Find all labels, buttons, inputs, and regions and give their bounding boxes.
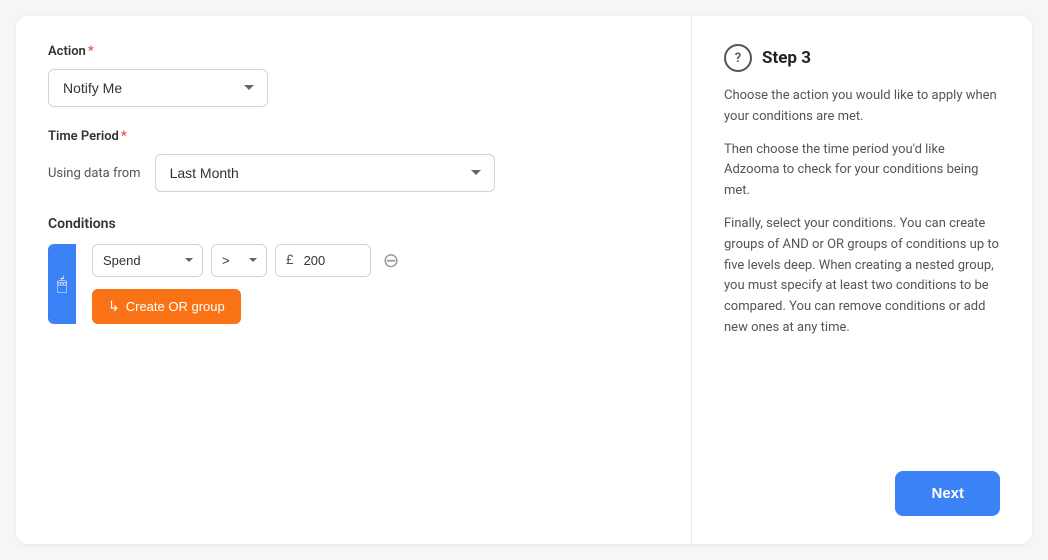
operator-select[interactable]: > < = >= <=: [211, 244, 267, 277]
time-period-required-star: *: [121, 129, 127, 144]
create-or-wrap: ↳ Create OR group: [92, 285, 403, 324]
minus-circle-icon: ⊖: [383, 251, 400, 271]
action-label: Action*: [48, 44, 659, 59]
left-panel: Action* Notify Me Pause Campaign Enable …: [16, 16, 692, 544]
action-section: Action* Notify Me Pause Campaign Enable …: [48, 44, 659, 107]
time-period-select[interactable]: Last Month Last 7 Days Last 30 Days Yest…: [155, 154, 495, 192]
condition-inner: Spend Clicks Impressions CPC CTR > < = >…: [76, 244, 403, 324]
action-select[interactable]: Notify Me Pause Campaign Enable Campaign…: [48, 69, 268, 107]
create-or-label: Create OR group: [126, 299, 225, 314]
action-label-text: Action: [48, 44, 86, 59]
step-desc-2: Then choose the time period you'd like A…: [724, 140, 1000, 202]
bottom-actions: Next: [895, 471, 1000, 516]
right-panel: ? Step 3 Choose the action you would lik…: [692, 16, 1032, 544]
question-mark-icon: ?: [735, 51, 741, 66]
action-required-star: *: [88, 44, 94, 59]
main-card: Action* Notify Me Pause Campaign Enable …: [16, 16, 1032, 544]
value-input-wrap: £: [275, 244, 371, 277]
step-circle: ?: [724, 44, 752, 72]
time-period-row: Using data from Last Month Last 7 Days L…: [48, 154, 659, 192]
step-desc-3: Finally, select your conditions. You can…: [724, 214, 1000, 339]
conditions-row: 🖱 Spend Clicks Impressions CPC CTR >: [48, 244, 659, 324]
drag-icon: 🖱: [57, 274, 68, 295]
using-data-label: Using data from: [48, 166, 141, 181]
step-title: Step 3: [762, 48, 811, 68]
step-header: ? Step 3: [724, 44, 1000, 72]
time-period-section: Time Period* Using data from Last Month …: [48, 129, 659, 192]
conditions-blue-bar: 🖱: [48, 244, 76, 324]
remove-condition-button[interactable]: ⊖: [379, 251, 404, 271]
create-or-button[interactable]: ↳ Create OR group: [92, 289, 241, 324]
time-period-label-text: Time Period: [48, 129, 119, 144]
condition-fields: Spend Clicks Impressions CPC CTR > < = >…: [92, 244, 403, 277]
metric-select[interactable]: Spend Clicks Impressions CPC CTR: [92, 244, 203, 277]
time-period-label: Time Period*: [48, 129, 659, 144]
value-input[interactable]: [300, 245, 370, 276]
create-or-icon: ↳: [108, 298, 120, 315]
currency-symbol: £: [276, 245, 300, 276]
conditions-section: Conditions 🖱 Spend Clicks Impressions CP…: [48, 216, 659, 324]
conditions-label: Conditions: [48, 216, 659, 232]
step-desc-1: Choose the action you would like to appl…: [724, 86, 1000, 128]
next-button[interactable]: Next: [895, 471, 1000, 516]
